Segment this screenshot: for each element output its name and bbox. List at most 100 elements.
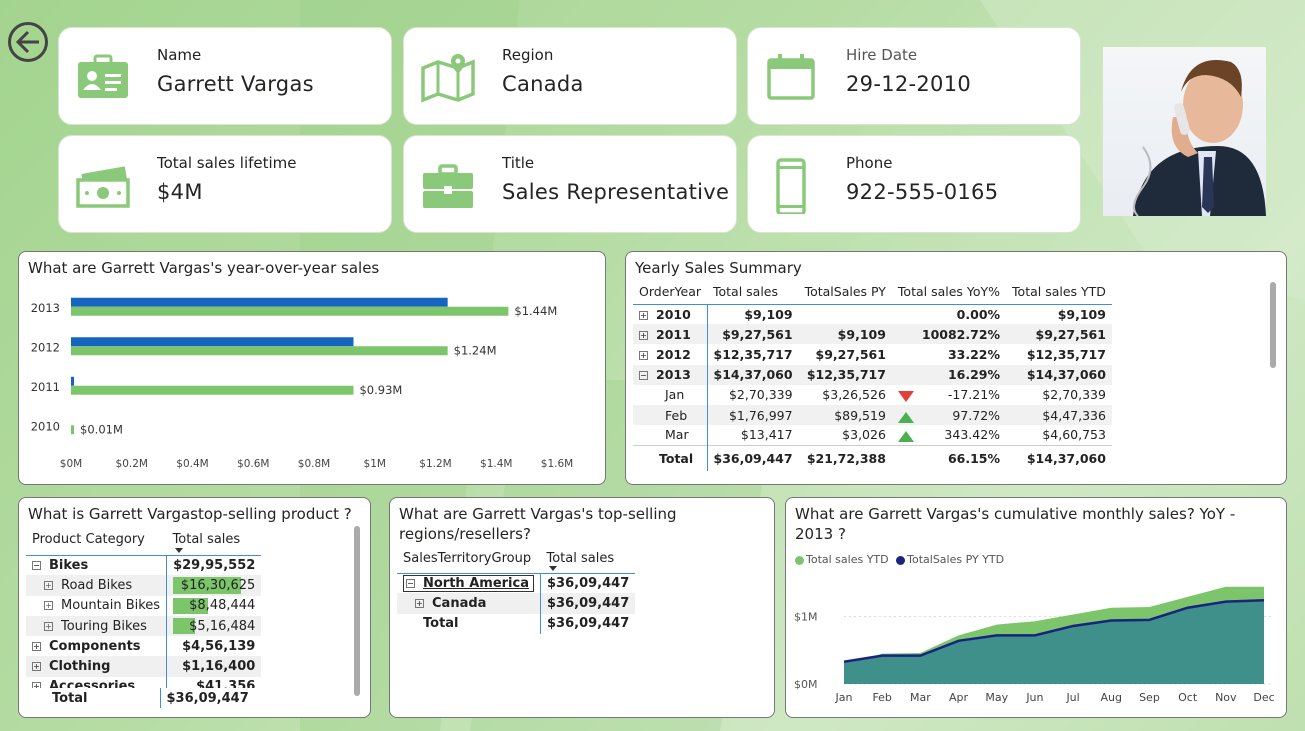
bar-current[interactable] xyxy=(71,346,448,356)
product-row[interactable]: + Road Bikes $16,30,625 xyxy=(26,575,262,596)
region-row-canada[interactable]: + Canada xyxy=(397,593,541,614)
expand-icon[interactable]: + xyxy=(639,350,648,360)
expand-icon[interactable]: + xyxy=(32,662,41,672)
yearly-row[interactable]: −2013 $14,37,060 $12,35,717 16.29% $14,37,06… xyxy=(633,364,1112,385)
bar-py[interactable] xyxy=(71,337,354,347)
product-label-cell: + Accessories xyxy=(26,676,168,688)
briefcase-icon xyxy=(423,164,473,208)
col-total-sales-ytd[interactable]: Total sales YTD xyxy=(1006,280,1112,305)
phone-value: 922-555-0165 xyxy=(846,180,999,204)
yearly-summary-scrollbar[interactable] xyxy=(1270,282,1276,368)
col-order-year[interactable]: OrderYear xyxy=(633,280,707,305)
bar-data-label: $0.01M xyxy=(80,422,123,436)
product-total-value: $36,09,447 xyxy=(166,690,249,706)
y-category-label: 2011 xyxy=(31,380,60,394)
yearly-cell-year: Jan xyxy=(633,384,708,405)
product-label-cell: + Mountain Bikes xyxy=(26,595,168,616)
x-tick-label: $1.2M xyxy=(419,458,451,470)
product-row[interactable]: + Mountain Bikes $8,48,444 xyxy=(26,595,261,616)
yearly-summary-title: Yearly Sales Summary xyxy=(635,259,802,277)
col-product-category[interactable]: Product Category xyxy=(26,525,167,556)
yearly-cell-yoy: 10082.72% xyxy=(891,324,1007,345)
bar-current[interactable] xyxy=(71,425,75,435)
bar-py[interactable] xyxy=(71,297,448,307)
calendar-icon xyxy=(767,54,815,100)
bar-py[interactable] xyxy=(71,376,75,386)
col-total-sales-yoy[interactable]: Total sales YoY% xyxy=(891,280,1007,305)
yearly-row[interactable]: +2012 $12,35,717 $9,27,561 33.22% $12,35,717 xyxy=(633,344,1112,365)
product-label-cell: + Road Bikes xyxy=(26,575,168,596)
product-value: $41,356 xyxy=(196,679,256,688)
col-total-sales[interactable]: Total sales xyxy=(707,280,799,305)
x-month-label: Apr xyxy=(949,691,969,704)
total-sales-card: Total sales lifetime $4M xyxy=(58,135,392,233)
yearly-yoy-value: 343.42% xyxy=(944,427,1001,443)
product-label: Accessories xyxy=(49,679,136,688)
product-label-cell: + Components xyxy=(26,636,168,657)
yearly-cell-ytd: $2,70,339 xyxy=(1042,387,1106,403)
yearly-cell-year: +2011 xyxy=(633,324,708,345)
yearly-row[interactable]: Jan $2,70,339 $3,26,526 -17.21% $2,70,339 xyxy=(633,384,1112,405)
x-month-label: Jul xyxy=(1065,691,1079,704)
yearly-row[interactable]: +2011 $9,27,561 $9,109 10082.72% $9,27,561 xyxy=(633,324,1112,345)
col-total-sales-py[interactable]: TotalSales PY xyxy=(798,280,892,305)
x-month-label: Feb xyxy=(872,691,891,704)
product-row[interactable]: + Components $4,56,139 xyxy=(26,636,261,657)
x-tick-label: $0.8M xyxy=(298,458,330,470)
expand-icon[interactable]: + xyxy=(44,580,53,590)
yearly-row[interactable]: Feb $1,76,997 $89,519 97.72% $4,47,336 xyxy=(633,404,1112,426)
expand-icon[interactable]: + xyxy=(639,330,648,340)
x-month-label: Nov xyxy=(1215,691,1237,704)
top-regions-panel: What are Garrett Vargas's top-selling re… xyxy=(389,497,775,718)
region-value: Canada xyxy=(502,72,584,96)
bar-current[interactable] xyxy=(71,306,509,316)
x-tick-label: $0M xyxy=(60,458,82,470)
expand-icon[interactable]: + xyxy=(639,310,648,320)
area-totalsales-py-ytd[interactable] xyxy=(844,600,1264,684)
yearly-row[interactable]: +2010 $9,109 0.00% $9,109 xyxy=(633,304,1112,325)
top-regions-table: SalesTerritoryGroup Total sales − North A… xyxy=(397,545,636,634)
cumulative-panel: What are Garrett Vargas's cumulative mon… xyxy=(785,497,1287,718)
yearly-row[interactable]: Mar $13,417 $3,026 343.42% $4,60,753 xyxy=(633,425,1112,446)
yearly-cell-ytd: $9,109 xyxy=(1057,306,1106,322)
x-tick-label: $1.6M xyxy=(541,458,573,470)
yearly-cell-yoy: 343.42% xyxy=(892,425,1006,445)
collapse-icon[interactable]: − xyxy=(32,560,41,570)
product-row[interactable]: − Bikes $29,95,552 xyxy=(26,555,261,576)
expand-icon[interactable]: + xyxy=(32,641,41,651)
hire-date-card: Hire Date 29-12-2010 xyxy=(747,27,1081,125)
yearly-cell-ytd: $14,37,060 xyxy=(1006,364,1112,385)
up-arrow-icon xyxy=(897,431,914,443)
back-button[interactable] xyxy=(8,22,48,62)
collapse-icon[interactable]: − xyxy=(406,578,415,588)
back-arrow-icon xyxy=(15,30,39,54)
yearly-cell-py: $3,026 xyxy=(842,427,886,443)
top-product-scrollbar[interactable] xyxy=(354,526,360,696)
product-row[interactable]: + Clothing $1,16,400 xyxy=(26,656,262,677)
col-territory-group[interactable]: SalesTerritoryGroup xyxy=(397,545,541,574)
product-value-text: $16,30,625 xyxy=(180,577,256,593)
yearly-yoy-value: 16.29% xyxy=(947,367,1001,383)
expand-icon[interactable]: + xyxy=(415,598,424,608)
x-month-label: Aug xyxy=(1101,691,1122,704)
expand-icon[interactable]: + xyxy=(44,621,53,631)
col-product-total-sales[interactable]: Total sales xyxy=(166,525,262,556)
collapse-icon[interactable]: − xyxy=(639,371,648,381)
region-label: North America xyxy=(423,575,529,591)
product-row[interactable]: + Touring Bikes $5,16,484 xyxy=(26,615,262,637)
down-arrow-icon xyxy=(897,391,914,403)
product-row[interactable]: + Accessories $41,356 xyxy=(26,676,261,688)
expand-icon[interactable]: + xyxy=(44,601,53,611)
region-row-north-america[interactable]: − North America xyxy=(397,573,541,594)
yearly-yoy-value: 0.00% xyxy=(956,306,1001,322)
y-category-label: 2010 xyxy=(31,419,60,433)
yearly-cell-sales: $2,70,339 xyxy=(728,387,793,403)
yearly-cell-yoy: 16.29% xyxy=(891,364,1007,385)
bar-current[interactable] xyxy=(71,385,354,395)
x-month-label: Dec xyxy=(1253,691,1274,704)
name-card: Name Garrett Vargas xyxy=(58,27,392,125)
yearly-cell-ytd: $12,35,717 xyxy=(1026,346,1106,362)
col-region-total-sales[interactable]: Total sales xyxy=(540,545,636,574)
yearly-total-yoy: 66.15% xyxy=(891,444,1007,472)
product-value-text: $8,48,444 xyxy=(189,598,256,614)
